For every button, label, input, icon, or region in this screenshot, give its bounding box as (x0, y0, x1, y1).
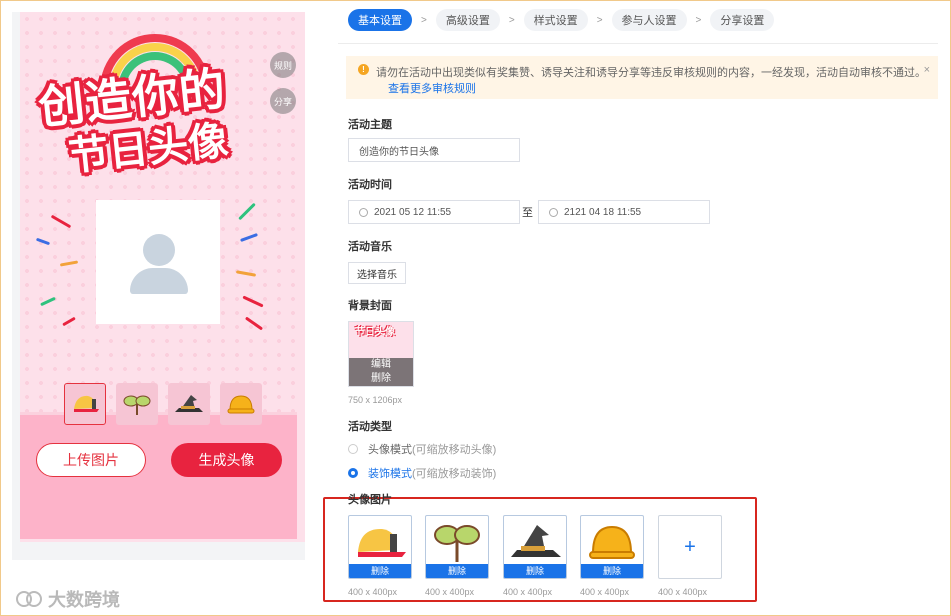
witch-hat-icon (175, 395, 203, 412)
rules-button[interactable]: 规则 (270, 52, 296, 78)
sprout-icon (434, 525, 480, 562)
decoration-thumb-cap[interactable] (64, 383, 106, 425)
upload-image-button[interactable]: 上传图片 (36, 443, 146, 477)
tab-style-settings[interactable]: 样式设置 (523, 9, 588, 31)
start-time-input[interactable]: 2021 05 12 11:55 (348, 200, 520, 224)
time-range-separator: 至 (522, 207, 533, 219)
cap-icon (74, 395, 99, 412)
image-size: 400 x 400px (580, 587, 630, 597)
watermark: 大数跨境 (14, 586, 120, 612)
step-tabs: 基本设置 > 高级设置 > 样式设置 > 参与人设置 > 分享设置 (348, 9, 775, 31)
delete-button[interactable]: 删除 (349, 564, 411, 578)
cover-edit-button[interactable]: 编辑 (349, 358, 413, 372)
notice-message: 请勿在活动中出现类似有奖集赞、诱导关注和诱导分享等违反审核规则的内容，一经发现，… (376, 67, 926, 79)
tab-advanced-settings[interactable]: 高级设置 (435, 9, 500, 31)
title-label: 活动主题 (348, 119, 392, 131)
hard-hat-icon (227, 395, 255, 414)
chevron-right-icon: > (695, 14, 702, 26)
delete-button[interactable]: 删除 (426, 564, 488, 578)
radio-checked[interactable] (348, 468, 358, 478)
cover-thumb-title: 节日头像 (355, 327, 395, 338)
start-time-value: 2021 05 12 11:55 (374, 206, 452, 218)
witch-hat-icon (511, 525, 561, 557)
chevron-right-icon: > (596, 14, 603, 26)
avatar-image-item[interactable]: 删除 (425, 515, 489, 579)
activity-title-input[interactable]: 创造你的节日头像 (348, 138, 520, 162)
type-label: 活动类型 (348, 421, 392, 433)
close-icon[interactable]: × (924, 64, 930, 76)
avatar-image-item[interactable]: 删除 (503, 515, 567, 579)
tab-participant-settings[interactable]: 参与人设置 (611, 9, 687, 31)
decoration-thumb-sprout[interactable] (116, 383, 158, 425)
sprout-icon (123, 395, 151, 415)
type-option-label: 装饰模式 (368, 468, 412, 480)
tab-share-settings[interactable]: 分享设置 (710, 9, 775, 31)
delete-button[interactable]: 删除 (581, 564, 643, 578)
image-size: 400 x 400px (658, 587, 708, 597)
review-notice: ! 请勿在活动中出现类似有奖集赞、诱导关注和诱导分享等违反审核规则的内容，一经发… (346, 56, 938, 99)
radio-unchecked[interactable] (348, 444, 358, 454)
type-option-hint: (可缩放移动装饰) (412, 468, 497, 480)
decoration-thumbnails (64, 383, 262, 425)
clock-icon (359, 207, 368, 217)
time-label: 活动时间 (348, 179, 392, 191)
share-button[interactable]: 分享 (270, 88, 296, 114)
user-silhouette-icon (143, 234, 175, 266)
chevron-right-icon: > (508, 14, 515, 26)
warning-icon: ! (358, 64, 369, 75)
image-size: 400 x 400px (425, 587, 475, 597)
watermark-text: 大数跨境 (48, 590, 120, 610)
type-option-label: 头像模式 (368, 444, 412, 456)
avatar-image-item[interactable]: 删除 (580, 515, 644, 579)
avatar-placeholder[interactable] (96, 200, 220, 324)
review-rules-link[interactable]: 查看更多审核规则 (388, 80, 476, 96)
watermark-logo-icon (16, 591, 42, 607)
clock-icon (549, 207, 558, 217)
image-size: 400 x 400px (503, 587, 553, 597)
image-size: 400 x 400px (348, 587, 398, 597)
add-image-button[interactable]: + (658, 515, 722, 579)
type-option-decoration[interactable]: 装饰模式 (可缩放移动装饰) (348, 465, 496, 481)
cover-size: 750 x 1206px (348, 395, 403, 405)
end-time-input[interactable]: 2121 04 18 11:55 (538, 200, 710, 224)
cover-label: 背景封面 (348, 300, 392, 312)
cover-thumbnail: 节日头像 编辑 删除 (348, 321, 414, 387)
stage-base (20, 415, 297, 539)
chevron-right-icon: > (421, 14, 427, 26)
cover-actions: 编辑 删除 (349, 358, 413, 386)
avatar-images-label: 头像图片 (348, 494, 392, 506)
tab-basic-settings[interactable]: 基本设置 (348, 9, 412, 31)
avatar-image-item[interactable]: 删除 (348, 515, 412, 579)
user-silhouette-body (130, 268, 188, 294)
delete-button[interactable]: 删除 (504, 564, 566, 578)
divider (338, 43, 938, 44)
type-option-hint: (可缩放移动头像) (412, 444, 497, 456)
select-music-button[interactable]: 选择音乐 (348, 262, 406, 284)
decoration-thumb-witch-hat[interactable] (168, 383, 210, 425)
end-time-value: 2121 04 18 11:55 (564, 206, 642, 218)
decoration-thumb-hard-hat[interactable] (220, 383, 262, 425)
cover-delete-button[interactable]: 删除 (349, 372, 413, 386)
hard-hat-icon (589, 525, 635, 559)
type-option-avatar[interactable]: 头像模式 (可缩放移动头像) (348, 441, 496, 457)
cap-icon (358, 528, 406, 557)
generate-avatar-button[interactable]: 生成头像 (171, 443, 282, 477)
music-label: 活动音乐 (348, 241, 392, 253)
